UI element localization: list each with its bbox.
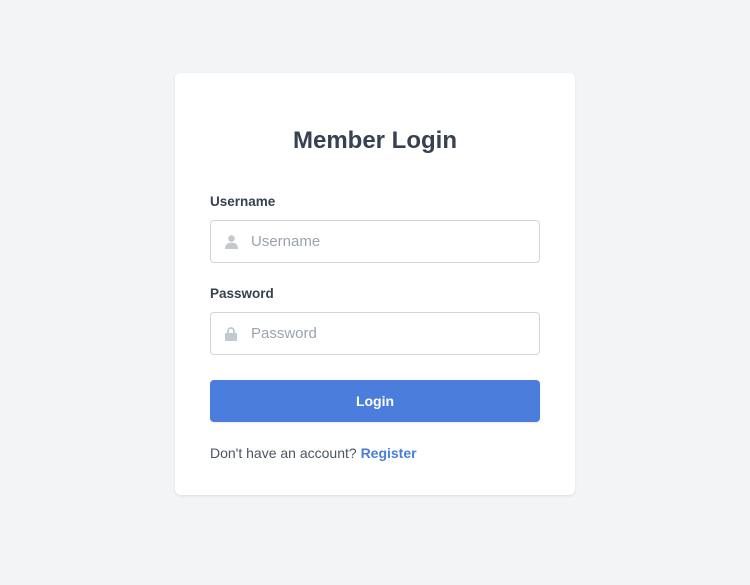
page-title: Member Login [292, 127, 457, 154]
user-icon [224, 234, 238, 249]
login-card: Member Login Username Password Login Don… [175, 73, 575, 495]
username-label: Username [210, 194, 276, 209]
username-field[interactable] [210, 220, 540, 263]
password-field[interactable] [210, 312, 540, 355]
password-input[interactable] [251, 313, 529, 354]
lock-icon [224, 326, 238, 341]
password-label: Password [210, 286, 274, 301]
login-button[interactable]: Login [210, 380, 540, 422]
register-link[interactable]: Register [361, 445, 417, 461]
username-input[interactable] [251, 221, 529, 262]
register-prompt-text: Don't have an account? [210, 445, 361, 461]
register-prompt: Don't have an account? Register [210, 444, 540, 462]
